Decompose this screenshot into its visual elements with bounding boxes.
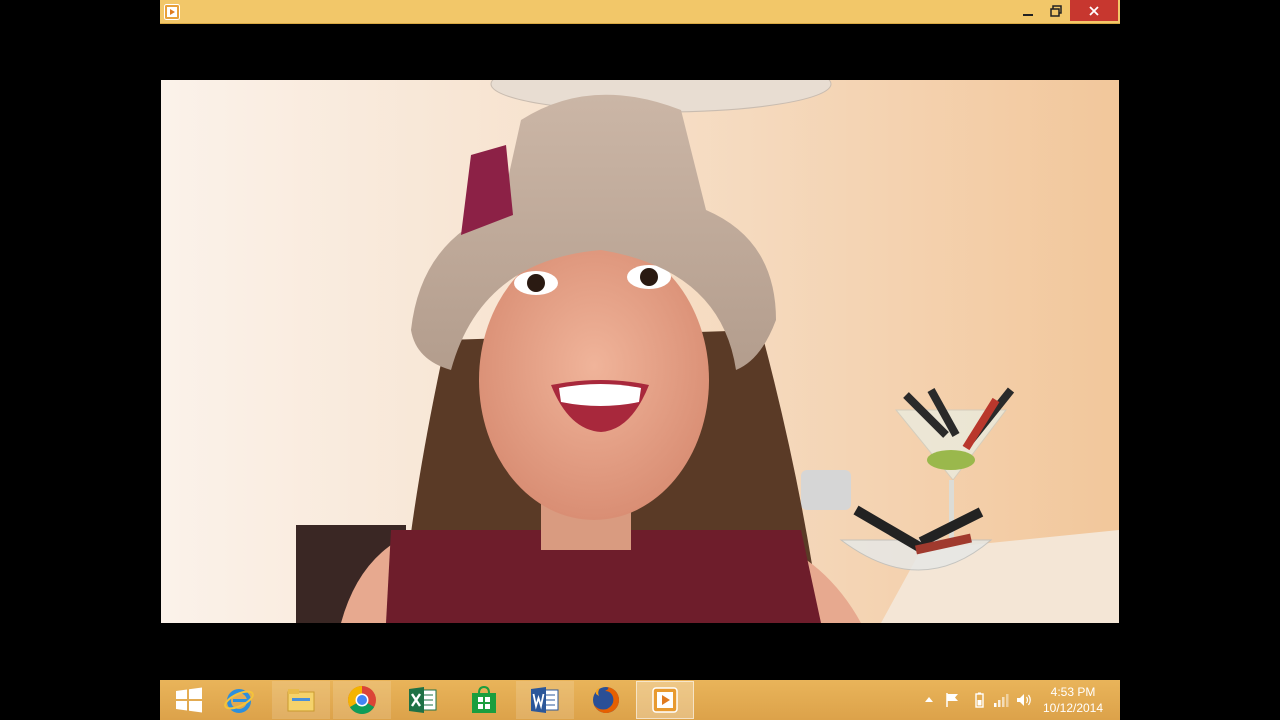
close-icon — [1089, 5, 1099, 16]
battery-icon — [975, 692, 984, 708]
network-signal-icon — [994, 694, 1009, 707]
clock-time: 4:53 PM — [1050, 685, 1096, 699]
file-explorer-icon — [287, 689, 315, 712]
excel-icon — [409, 687, 437, 713]
system-tray: 4:53 PM 10/12/2014 — [920, 680, 1120, 720]
volume-button[interactable] — [1016, 692, 1034, 708]
show-hidden-icons-icon — [925, 697, 933, 702]
word-icon — [531, 687, 559, 713]
video-area[interactable] — [160, 24, 1120, 680]
taskbar-firefox[interactable] — [577, 681, 635, 719]
action-center-flag-icon — [946, 693, 958, 707]
taskbar-internet-explorer[interactable] — [210, 681, 268, 719]
taskbar-clock[interactable]: 4:53 PM 10/12/2014 — [1038, 684, 1108, 716]
window-title-bar[interactable] — [160, 0, 1120, 24]
volume-icon — [1017, 694, 1031, 706]
taskbar-media-player[interactable] — [636, 681, 694, 719]
windows-start-icon — [176, 687, 202, 713]
battery-button[interactable] — [970, 692, 988, 708]
taskbar-excel[interactable] — [394, 681, 452, 719]
taskbar-word[interactable] — [516, 681, 574, 719]
minimize-icon — [1023, 13, 1033, 16]
windows-store-icon — [472, 685, 496, 713]
restore-icon — [1050, 4, 1062, 17]
show-hidden-icons-button[interactable] — [920, 692, 938, 708]
video-scene — [161, 80, 1119, 623]
restore-button[interactable] — [1042, 0, 1070, 21]
clock-date: 10/12/2014 — [1042, 701, 1104, 715]
network-button[interactable] — [992, 692, 1010, 708]
taskbar: 4:53 PM 10/12/2014 — [160, 680, 1120, 720]
close-button[interactable] — [1070, 0, 1118, 21]
video-frame[interactable] — [161, 80, 1119, 623]
minimize-button[interactable] — [1014, 0, 1042, 21]
media-player-icon — [164, 4, 180, 20]
taskbar-file-explorer[interactable] — [272, 681, 330, 719]
chrome-icon — [348, 686, 376, 714]
action-center-button[interactable] — [944, 692, 962, 708]
taskbar-windows-store[interactable] — [455, 681, 513, 719]
media-player-icon — [652, 687, 678, 713]
firefox-icon — [593, 687, 619, 713]
internet-explorer-icon — [224, 689, 254, 713]
taskbar-chrome[interactable] — [333, 681, 391, 719]
